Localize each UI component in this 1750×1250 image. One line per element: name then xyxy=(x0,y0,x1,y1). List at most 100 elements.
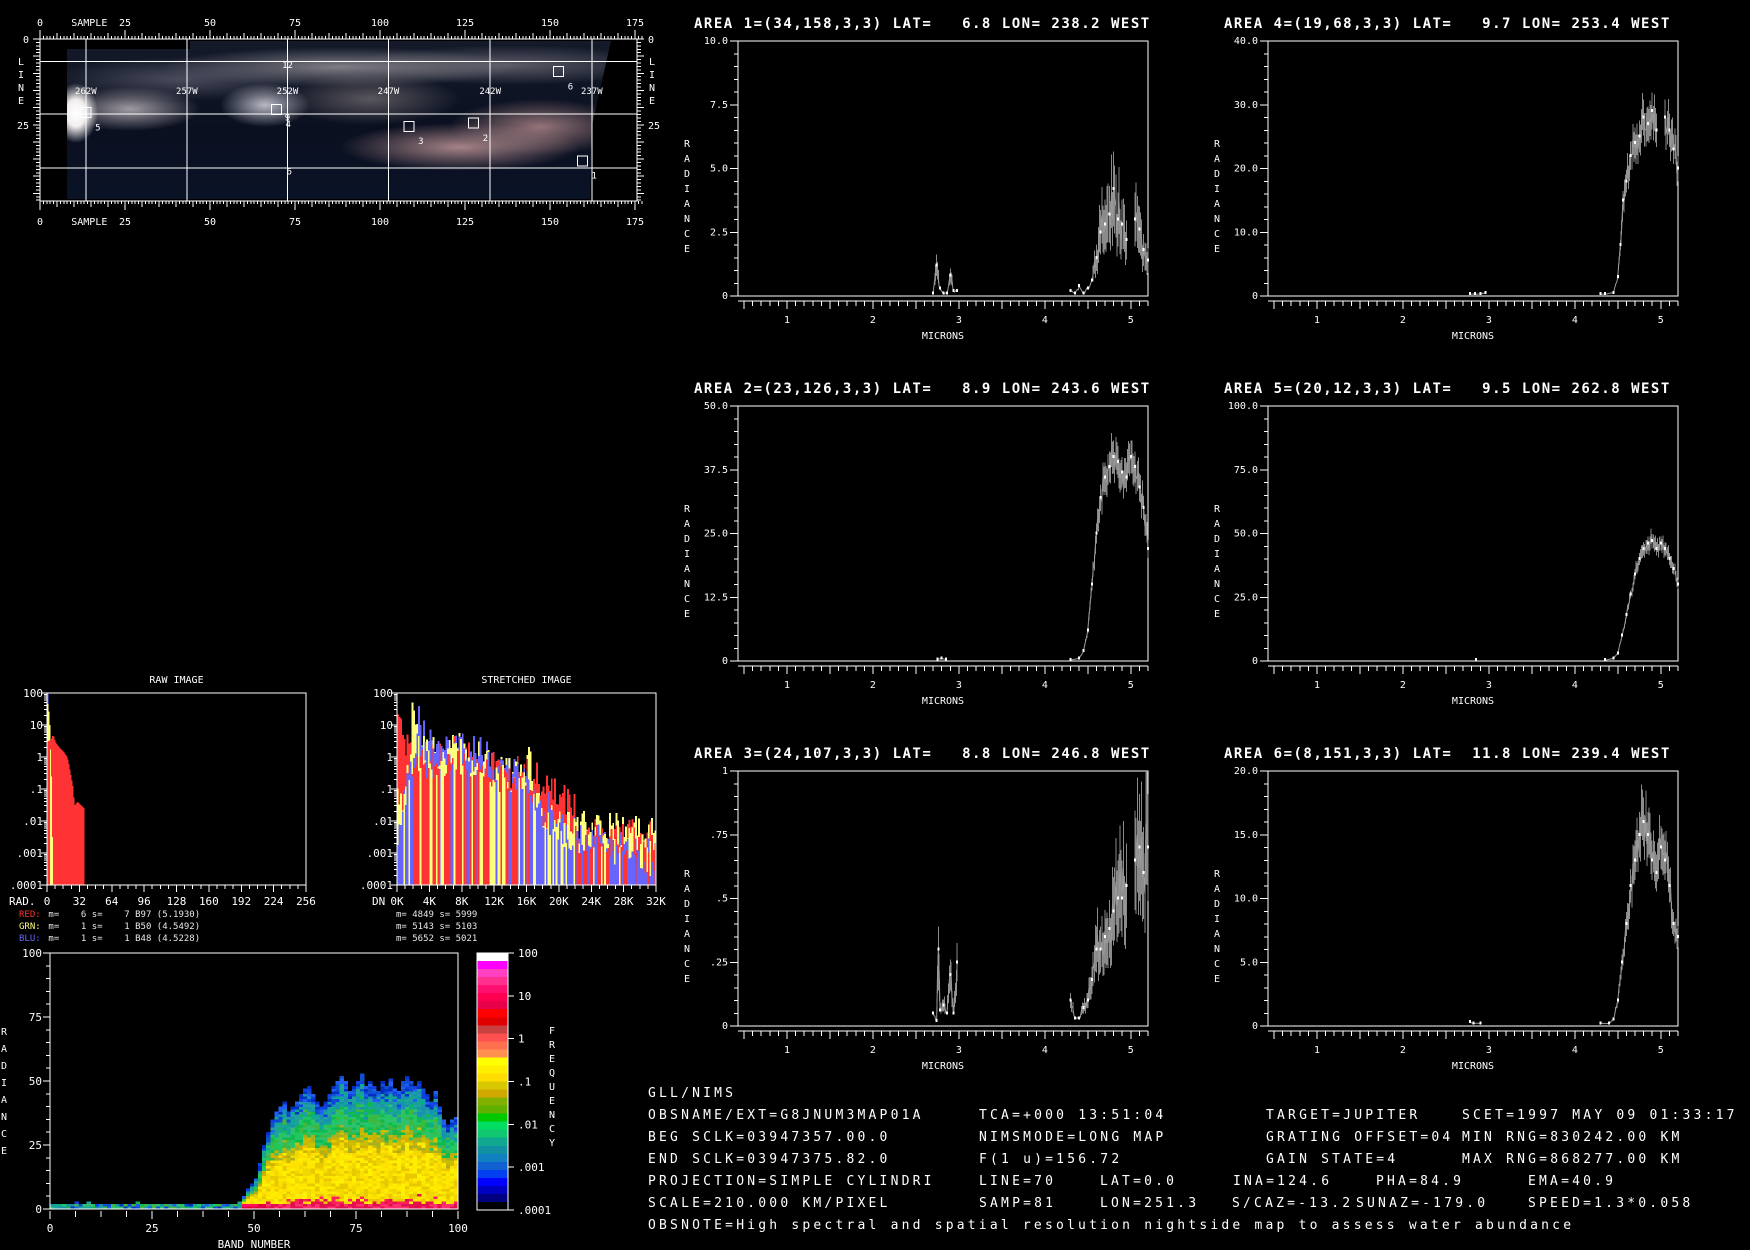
heatmap-cell xyxy=(266,1168,271,1171)
heatmap-cell xyxy=(421,1093,426,1097)
heatmap-cell xyxy=(270,1160,275,1164)
heatmap-cell xyxy=(237,1203,243,1207)
heatmap-cell xyxy=(245,1193,251,1197)
heatmap-cell xyxy=(396,1150,402,1153)
heatmap-cell xyxy=(372,1088,377,1092)
heatmap-cell xyxy=(351,1088,357,1092)
heatmap-cell xyxy=(445,1168,451,1171)
spectrum-point xyxy=(1069,288,1072,292)
colorbar-swatch xyxy=(477,1017,508,1026)
heatmap-cell xyxy=(425,1191,430,1194)
heatmap-cell xyxy=(351,1173,357,1177)
heatmap-cell xyxy=(274,1185,279,1189)
heatmap-cell xyxy=(262,1145,267,1148)
heatmap-cell xyxy=(400,1191,406,1194)
heatmap-cell xyxy=(429,1137,434,1141)
heatmap-cell xyxy=(302,1152,308,1156)
heatmap-cell xyxy=(413,1170,418,1174)
heatmap-cell xyxy=(302,1106,308,1110)
heatmap-cell xyxy=(282,1168,287,1171)
heatmap-cell xyxy=(274,1175,279,1179)
heatmap-cell xyxy=(266,1183,271,1187)
heatmap-cell xyxy=(254,1185,259,1189)
info-obsnote: OBSNOTE=High spectral and spatial resolu… xyxy=(648,1218,1575,1233)
heatmap-cell xyxy=(331,1160,336,1164)
heatmap-cell xyxy=(437,1180,442,1184)
heatmap-cell xyxy=(380,1088,385,1092)
heatmap-cell xyxy=(339,1078,345,1082)
heatmap-cell xyxy=(380,1175,385,1179)
heatmap-cell xyxy=(400,1081,406,1084)
heatmap-cell xyxy=(392,1088,398,1092)
heatmap-cell xyxy=(302,1168,308,1171)
heatmap-cell xyxy=(282,1106,287,1110)
heatmap-cell xyxy=(311,1147,316,1151)
heatmap-cell xyxy=(392,1142,398,1146)
heatmap-cell xyxy=(421,1139,426,1143)
heatmap-cell xyxy=(417,1150,422,1153)
histogram-y-tick-label: 10 xyxy=(380,719,393,732)
spectrum-x-tick-label: 4 xyxy=(1042,1045,1048,1056)
heatmap-cell xyxy=(372,1109,377,1113)
heatmap-cell xyxy=(347,1111,353,1115)
heatmap-cell xyxy=(327,1188,332,1192)
heatmap-cell xyxy=(343,1086,349,1089)
heatmap-cell xyxy=(351,1106,357,1110)
heatmap-cell xyxy=(388,1109,394,1113)
heatmap-cell xyxy=(425,1109,430,1113)
info-projection: PROJECTION=SIMPLE CYLINDRI xyxy=(648,1174,935,1189)
heatmap-cell xyxy=(449,1152,455,1156)
heatmap-cell xyxy=(331,1145,336,1148)
heatmap-cell xyxy=(360,1098,365,1102)
heatmap-cell xyxy=(441,1188,447,1192)
heatmap-cell xyxy=(237,1201,243,1205)
heatmap-cell xyxy=(368,1157,373,1161)
heatmap-cell xyxy=(388,1116,394,1120)
heatmap-cell xyxy=(160,1203,165,1207)
heatmap-cell xyxy=(376,1155,381,1159)
heatmap-cell xyxy=(356,1124,361,1128)
heatmap-cell xyxy=(294,1193,300,1197)
heatmap-cell xyxy=(409,1201,414,1205)
heatmap-cell xyxy=(311,1188,316,1192)
heatmap-cell xyxy=(417,1155,422,1159)
heatmap-cell xyxy=(380,1127,385,1130)
spectrum-point xyxy=(956,960,959,964)
charts-canvas: 00252550507575100100125125150150175175SA… xyxy=(9,16,1679,1250)
heatmap-cell xyxy=(331,1091,336,1095)
heatmap-cell xyxy=(339,1185,345,1189)
heatmap-cell xyxy=(413,1114,418,1118)
info-s-caz: S/CAZ=-13.2 xyxy=(1232,1196,1354,1211)
heatmap-cell xyxy=(343,1083,349,1087)
heatmap-cell xyxy=(449,1155,455,1159)
heatmap-cell xyxy=(331,1139,336,1143)
heatmap-cell xyxy=(262,1173,267,1177)
heatmap-cell xyxy=(429,1160,434,1164)
heatmap-cell xyxy=(74,1203,79,1207)
heatmap-cell xyxy=(409,1114,414,1118)
heatmap-cell xyxy=(258,1173,263,1177)
heatmap-cell xyxy=(335,1093,340,1097)
heatmap-cell xyxy=(319,1196,324,1200)
heatmap-cell xyxy=(433,1124,438,1128)
heatmap-cell xyxy=(266,1180,271,1184)
heatmap-cell xyxy=(254,1198,259,1202)
heatmap-cell xyxy=(323,1139,328,1143)
spectrum-x-axis-title: MICRONS xyxy=(922,696,964,707)
heatmap-cell xyxy=(380,1096,385,1100)
heatmap-cell xyxy=(335,1203,340,1207)
heatmap-cell xyxy=(409,1083,414,1087)
spectrum-y-tick-label: 40.0 xyxy=(1234,36,1258,47)
heatmap-cell xyxy=(298,1203,304,1207)
heatmap-cell xyxy=(319,1162,324,1166)
heatmap-cell xyxy=(429,1155,434,1159)
heatmap-cell xyxy=(445,1162,451,1166)
heatmap-cell xyxy=(413,1155,418,1159)
stretched-histogram-x-axis-title: DN xyxy=(372,895,385,908)
heatmap-cell xyxy=(294,1129,300,1133)
heatmap-cell xyxy=(441,1180,447,1184)
heatmap-cell xyxy=(433,1132,438,1136)
heatmap-cell xyxy=(449,1134,455,1138)
spectrum-point xyxy=(1616,651,1619,655)
heatmap-cell xyxy=(294,1109,300,1113)
